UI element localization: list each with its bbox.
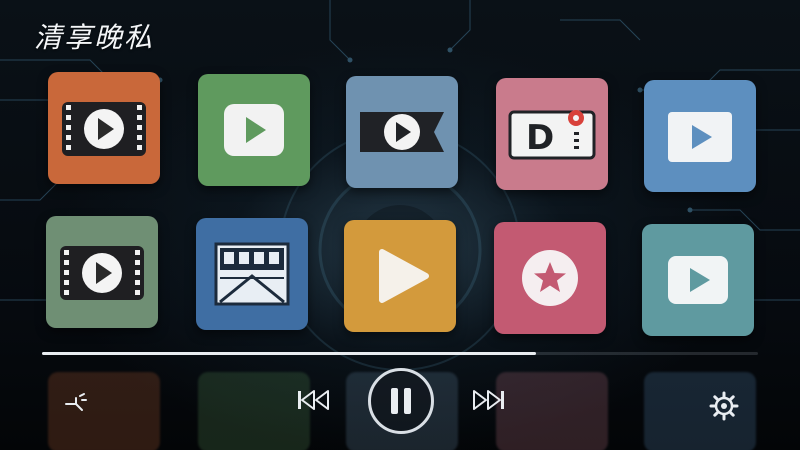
d-tv-icon: D bbox=[508, 110, 596, 160]
cinema-poster-icon bbox=[214, 242, 290, 306]
app-tile-9[interactable] bbox=[494, 222, 606, 334]
app-tile-4[interactable]: D bbox=[496, 78, 608, 190]
app-tile-3[interactable] bbox=[346, 76, 458, 188]
playback-progress-bar[interactable] bbox=[42, 352, 758, 355]
settings-icon bbox=[709, 391, 739, 421]
app-tile-2[interactable] bbox=[198, 74, 310, 186]
app-tile-8[interactable] bbox=[344, 220, 456, 332]
app-tile-7[interactable] bbox=[196, 218, 308, 330]
connect-button[interactable] bbox=[58, 384, 94, 420]
play-icon bbox=[224, 104, 284, 156]
app-title: 清享晚私 bbox=[34, 21, 155, 54]
app-tile-1[interactable] bbox=[48, 72, 160, 184]
next-icon bbox=[473, 390, 504, 410]
video-tag-play-icon bbox=[360, 112, 444, 152]
star-icon bbox=[522, 250, 578, 306]
play-icon bbox=[379, 249, 429, 303]
playback-progress-fill bbox=[42, 352, 537, 355]
tile-reflection bbox=[496, 372, 608, 450]
next-button[interactable] bbox=[466, 384, 510, 416]
film-play-icon bbox=[62, 102, 146, 156]
pause-button[interactable] bbox=[368, 368, 434, 434]
pause-icon bbox=[391, 388, 411, 414]
film-play-icon bbox=[60, 246, 144, 300]
app-tile-6[interactable] bbox=[46, 216, 158, 328]
play-icon bbox=[668, 112, 732, 162]
previous-button[interactable] bbox=[292, 384, 336, 416]
play-icon bbox=[668, 256, 728, 304]
app-tile-5[interactable] bbox=[644, 80, 756, 192]
launcher-screen: 清享晚私 D bbox=[0, 0, 800, 450]
settings-button[interactable] bbox=[704, 386, 744, 426]
previous-icon bbox=[298, 390, 329, 410]
connect-icon bbox=[65, 393, 87, 411]
app-tile-10[interactable] bbox=[642, 224, 754, 336]
svg-text:D: D bbox=[526, 118, 554, 158]
